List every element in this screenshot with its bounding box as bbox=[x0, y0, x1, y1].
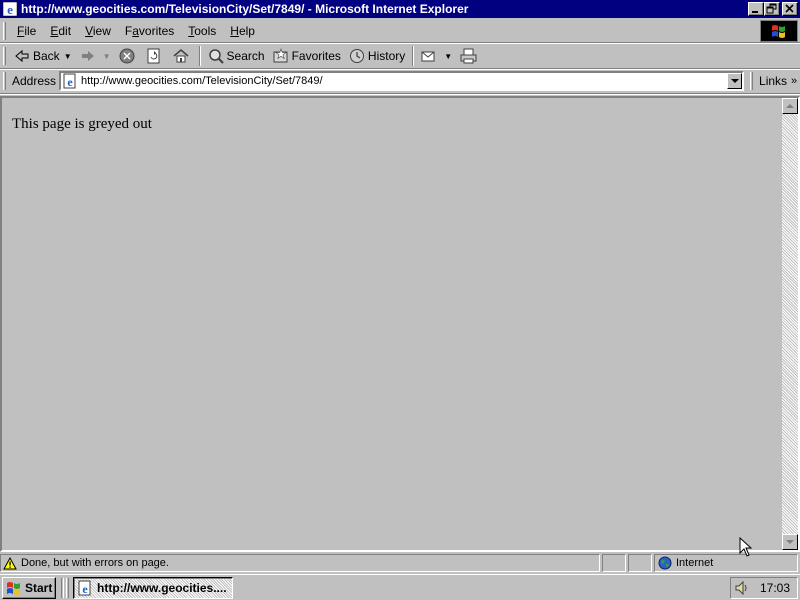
status-message: Done, but with errors on page. bbox=[21, 557, 169, 569]
home-button[interactable] bbox=[169, 45, 196, 67]
address-url: http://www.geocities.com/TelevisionCity/… bbox=[81, 75, 323, 87]
address-dropdown-button[interactable] bbox=[727, 73, 743, 89]
ie-task-icon: e bbox=[78, 580, 91, 596]
ie-icon: e bbox=[2, 1, 18, 17]
start-button[interactable]: Start bbox=[2, 576, 56, 599]
globe-icon bbox=[658, 556, 672, 570]
menu-file[interactable]: File bbox=[10, 24, 43, 38]
standard-toolbar: Back ▼ ▼ Search Favorites History ▼ bbox=[0, 44, 800, 68]
menu-view[interactable]: View bbox=[78, 24, 118, 38]
toolbar-separator-2 bbox=[412, 46, 415, 66]
taskbar-grip[interactable] bbox=[66, 577, 69, 598]
taskbar-ie-button[interactable]: e http://www.geocities.... bbox=[73, 576, 233, 599]
close-icon bbox=[785, 4, 794, 13]
print-icon bbox=[460, 48, 477, 64]
system-tray: 17:03 bbox=[730, 577, 798, 599]
mail-button[interactable]: ▼ bbox=[417, 45, 456, 67]
back-label: Back bbox=[33, 49, 60, 63]
stop-icon bbox=[119, 48, 135, 64]
search-icon bbox=[208, 49, 224, 64]
close-button[interactable] bbox=[782, 2, 798, 16]
print-button[interactable] bbox=[456, 45, 485, 67]
forward-button[interactable]: ▼ bbox=[76, 45, 115, 67]
history-label: History bbox=[367, 49, 406, 63]
scroll-down-icon bbox=[786, 539, 794, 544]
start-label: Start bbox=[25, 580, 53, 595]
address-input[interactable]: e http://www.geocities.com/TelevisionCit… bbox=[59, 71, 745, 91]
windows-flag-icon bbox=[7, 581, 20, 595]
status-zone-label: Internet bbox=[676, 557, 714, 569]
browser-window: e http://www.geocities.com/TelevisionCit… bbox=[0, 0, 800, 574]
vertical-scrollbar[interactable] bbox=[782, 98, 798, 550]
favorites-label: Favorites bbox=[291, 49, 341, 63]
status-pane-progress bbox=[602, 554, 626, 572]
links-label: Links bbox=[759, 74, 788, 88]
address-label: Address bbox=[12, 74, 57, 88]
links-chevron-icon: » bbox=[791, 75, 798, 87]
scroll-down-button[interactable] bbox=[782, 534, 798, 550]
chevron-down-icon bbox=[730, 78, 739, 83]
scroll-up-button[interactable] bbox=[782, 98, 798, 114]
taskbar-ie-label: http://www.geocities.... bbox=[97, 580, 227, 595]
forward-dropdown-icon[interactable]: ▼ bbox=[103, 52, 111, 61]
svg-text:e: e bbox=[82, 582, 88, 596]
favorites-icon bbox=[273, 48, 288, 63]
mouse-cursor-icon bbox=[739, 537, 753, 557]
svg-text:e: e bbox=[7, 2, 13, 17]
search-label: Search bbox=[226, 49, 265, 63]
taskbar: Start e http://www.geocities.... 17:03 bbox=[0, 574, 800, 600]
refresh-button[interactable] bbox=[142, 45, 169, 67]
status-message-pane[interactable]: Done, but with errors on page. bbox=[0, 554, 600, 572]
menu-favorites[interactable]: Favorites bbox=[118, 24, 181, 38]
mail-dropdown-icon[interactable]: ▼ bbox=[444, 52, 452, 61]
restore-icon bbox=[766, 3, 777, 14]
page-icon: e bbox=[63, 73, 76, 89]
back-arrow-icon bbox=[15, 49, 29, 63]
title-bar[interactable]: e http://www.geocities.com/TelevisionCit… bbox=[0, 0, 800, 18]
status-zone-pane: Internet bbox=[654, 554, 798, 572]
stop-button[interactable] bbox=[115, 45, 142, 67]
links-grip[interactable] bbox=[750, 72, 754, 90]
search-button[interactable]: Search bbox=[204, 45, 269, 67]
address-grip[interactable] bbox=[3, 72, 6, 90]
toolbar-grip[interactable] bbox=[3, 47, 6, 65]
address-bar: Address e http://www.geocities.com/Telev… bbox=[0, 69, 800, 93]
home-icon bbox=[173, 49, 189, 63]
links-button[interactable]: Links » bbox=[759, 74, 797, 88]
status-bar: Done, but with errors on page. Internet bbox=[0, 553, 800, 573]
back-dropdown-icon[interactable]: ▼ bbox=[64, 52, 72, 61]
page-text: This page is greyed out bbox=[12, 116, 152, 132]
scroll-up-icon bbox=[786, 103, 794, 108]
clock[interactable]: 17:03 bbox=[760, 581, 790, 595]
menu-bar: File Edit View Favorites Tools Help bbox=[0, 20, 800, 42]
history-icon bbox=[349, 49, 364, 63]
menu-edit[interactable]: Edit bbox=[43, 24, 78, 38]
menu-tools[interactable]: Tools bbox=[181, 24, 223, 38]
history-button[interactable]: History bbox=[345, 45, 409, 67]
back-button[interactable]: Back ▼ bbox=[10, 45, 76, 67]
address-separator-line bbox=[0, 93, 800, 95]
svg-text:e: e bbox=[67, 75, 73, 89]
windows-logo-icon bbox=[760, 20, 798, 42]
minimize-button[interactable] bbox=[748, 2, 764, 16]
menu-grip[interactable] bbox=[3, 22, 6, 40]
restore-button[interactable] bbox=[764, 2, 780, 16]
favorites-button[interactable]: Favorites bbox=[269, 45, 345, 67]
speaker-icon[interactable] bbox=[734, 580, 750, 596]
toolbar-separator bbox=[198, 46, 201, 66]
status-pane-secure bbox=[628, 554, 652, 572]
warning-icon[interactable] bbox=[3, 556, 17, 570]
minimize-icon bbox=[752, 11, 758, 13]
taskbar-separator bbox=[61, 577, 64, 598]
mail-icon bbox=[421, 51, 435, 62]
menu-help[interactable]: Help bbox=[223, 24, 262, 38]
page-content[interactable]: This page is greyed out bbox=[0, 96, 800, 552]
refresh-icon bbox=[147, 48, 160, 64]
forward-arrow-icon bbox=[81, 51, 94, 61]
window-title: http://www.geocities.com/TelevisionCity/… bbox=[21, 2, 469, 16]
